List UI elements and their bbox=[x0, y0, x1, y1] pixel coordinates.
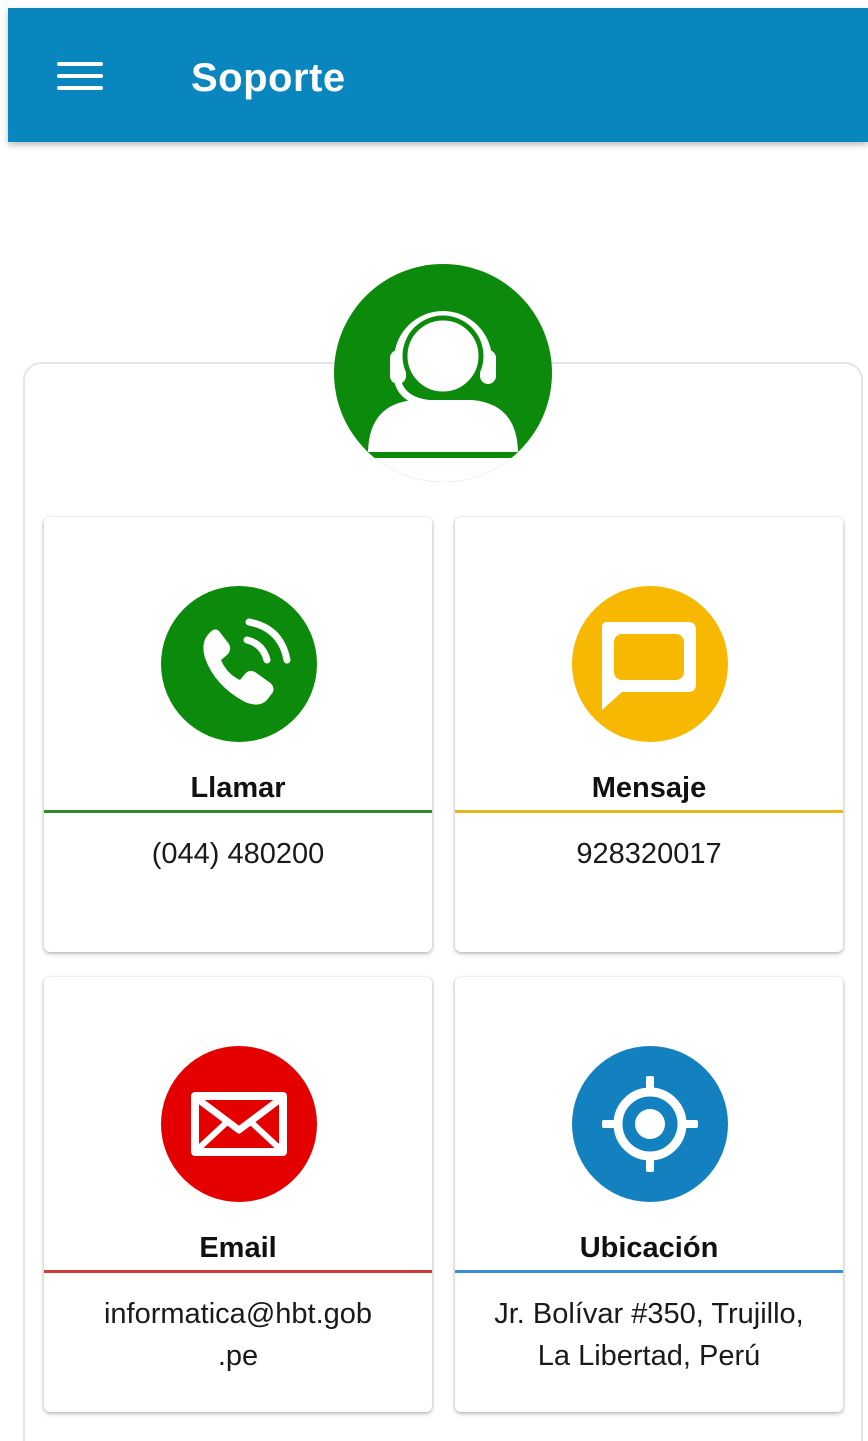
location-divider bbox=[455, 1270, 843, 1273]
message-label: Mensaje bbox=[591, 772, 707, 804]
email-address: informatica@hbt.gob .pe bbox=[58, 1293, 418, 1377]
chat-bubble-icon bbox=[572, 586, 728, 742]
phone-call-icon bbox=[161, 586, 317, 742]
email-address-line-1: informatica@hbt.gob bbox=[103, 1298, 373, 1330]
envelope-icon bbox=[161, 1046, 317, 1202]
phone-number: (044) 480200 bbox=[151, 838, 325, 870]
menu-icon[interactable] bbox=[52, 50, 108, 102]
support-agent-headset-icon bbox=[334, 264, 552, 482]
page-title: Soporte bbox=[191, 56, 346, 100]
call-card[interactable]: Llamar (044) 480200 bbox=[44, 517, 432, 952]
email-divider bbox=[44, 1270, 432, 1273]
location-address-line-2: La Libertad, Perú bbox=[537, 1340, 761, 1372]
location-card[interactable]: Ubicación Jr. Bolívar #350, Trujillo, La… bbox=[455, 977, 843, 1412]
message-card[interactable]: Mensaje 928320017 bbox=[455, 517, 843, 952]
app-bar: Soporte bbox=[8, 8, 868, 142]
email-address-line-2: .pe bbox=[217, 1340, 259, 1372]
email-label: Email bbox=[199, 1232, 277, 1264]
message-number: 928320017 bbox=[576, 838, 722, 870]
call-divider bbox=[44, 810, 432, 813]
email-card[interactable]: Email informatica@hbt.gob .pe bbox=[44, 977, 432, 1412]
location-address-line-1: Jr. Bolívar #350, Trujillo, bbox=[494, 1298, 804, 1330]
message-divider bbox=[455, 810, 843, 813]
call-label: Llamar bbox=[190, 772, 286, 804]
location-target-icon bbox=[572, 1046, 728, 1202]
location-label: Ubicación bbox=[579, 1232, 719, 1264]
location-address: Jr. Bolívar #350, Trujillo, La Libertad,… bbox=[469, 1293, 829, 1377]
